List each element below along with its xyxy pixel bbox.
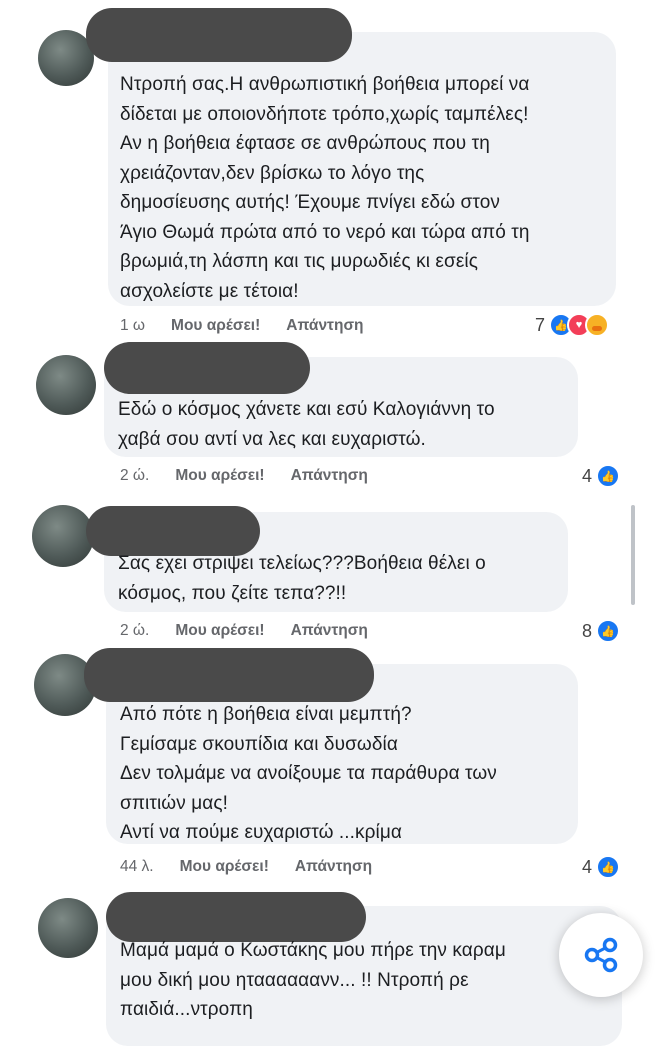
comment-timestamp[interactable]: 2 ώ.: [120, 622, 149, 639]
scrollbar-thumb[interactable]: [631, 505, 635, 605]
comment-text: Ντροπή σας.Η ανθρωπιστική βοήθεια μπορεί…: [120, 74, 530, 302]
reaction-summary[interactable]: 7 👍 ♥: [535, 313, 610, 337]
like-link[interactable]: Μου αρέσει!: [171, 317, 260, 334]
redacted-author-name: [104, 342, 310, 394]
reaction-count: 8: [582, 620, 593, 641]
care-icon: [585, 313, 610, 337]
reaction-summary[interactable]: 4 👍: [582, 464, 621, 488]
comment-timestamp[interactable]: 1 ω: [120, 317, 145, 334]
avatar[interactable]: [32, 505, 94, 567]
avatar[interactable]: [36, 355, 96, 415]
comment-timestamp[interactable]: 2 ώ.: [120, 467, 149, 484]
comment-text: Μαμά μαμά ο Κωστάκης μου πήρε την καραμ …: [120, 940, 506, 1020]
share-button[interactable]: [559, 913, 643, 997]
like-link[interactable]: Μου αρέσει!: [175, 622, 264, 639]
reply-link[interactable]: Απάντηση: [286, 317, 363, 334]
share-icon: [584, 937, 618, 973]
like-icon: 👍: [596, 619, 621, 643]
reaction-count: 7: [535, 314, 546, 335]
reply-link[interactable]: Απάντηση: [291, 622, 368, 639]
reply-link[interactable]: Απάντηση: [291, 467, 368, 484]
reaction-summary[interactable]: 8 👍: [582, 619, 621, 643]
like-link[interactable]: Μου αρέσει!: [175, 467, 264, 484]
comment-text: Σας εχει στριψει τελείως???Βοήθεια θέλει…: [118, 553, 486, 604]
redacted-author-name: [86, 8, 352, 62]
reaction-count: 4: [582, 856, 593, 877]
comment-timestamp[interactable]: 44 λ.: [120, 858, 154, 875]
like-icon: 👍: [596, 464, 621, 488]
comment-actions: 44 λ. Μου αρέσει! Απάντηση: [120, 858, 398, 876]
redacted-author-name: [84, 648, 374, 702]
comment-actions: 2 ώ. Μου αρέσει! Απάντηση: [120, 622, 394, 640]
comment-actions: 2 ώ. Μου αρέσει! Απάντηση: [120, 467, 394, 485]
comment-text: Εδώ ο κόσμος χάνετε και εσύ Καλογιάννη τ…: [118, 399, 495, 450]
redacted-author-name: [106, 892, 366, 942]
comment-actions: 1 ω Μου αρέσει! Απάντηση: [120, 317, 390, 335]
like-icon: 👍: [596, 855, 621, 879]
reply-link[interactable]: Απάντηση: [295, 858, 372, 875]
avatar[interactable]: [38, 898, 98, 958]
comment-text: Από πότε η βοήθεια είναι μεμπτή? Γεμίσαμ…: [120, 704, 497, 843]
like-link[interactable]: Μου αρέσει!: [180, 858, 269, 875]
reaction-count: 4: [582, 465, 593, 486]
reaction-summary[interactable]: 4 👍: [582, 855, 621, 879]
